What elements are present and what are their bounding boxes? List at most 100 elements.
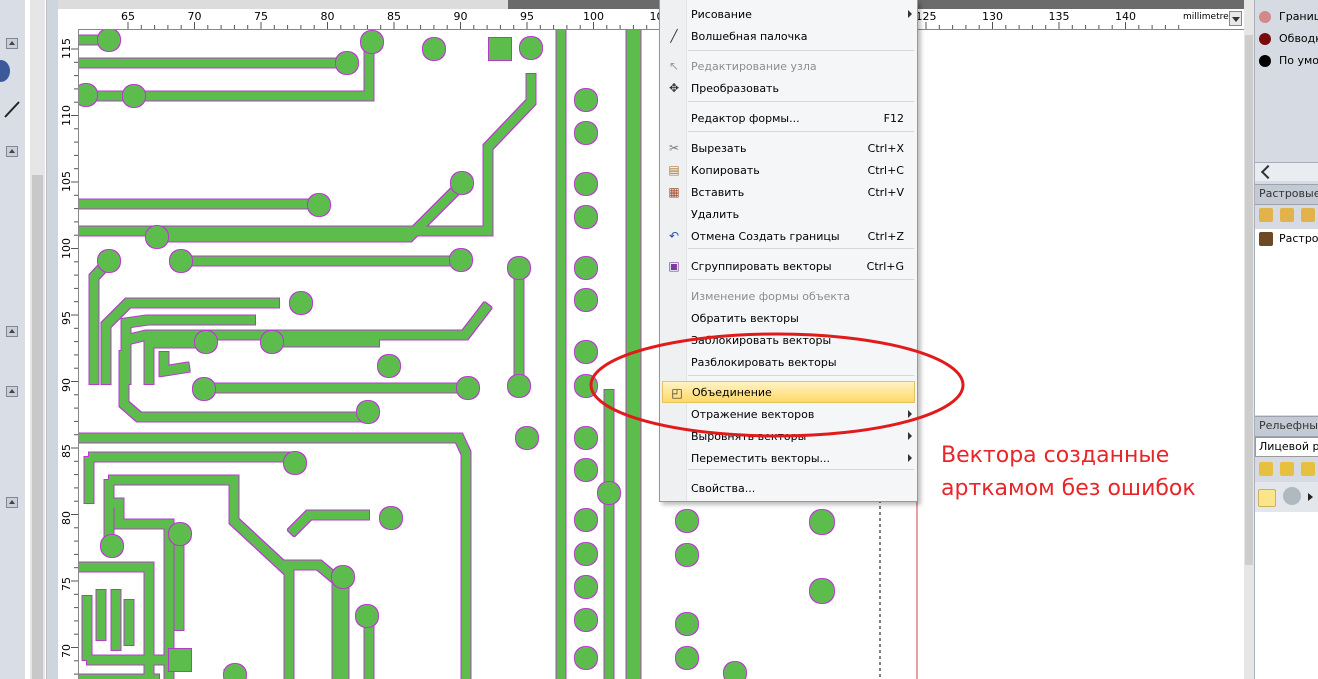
add-relief-icon[interactable] bbox=[1283, 487, 1301, 505]
left-scrollbar[interactable] bbox=[30, 0, 45, 679]
units-dropdown-button[interactable] bbox=[1229, 11, 1242, 26]
menu-item[interactable]: Обратить векторы bbox=[660, 307, 917, 329]
raster-tool-icon[interactable] bbox=[1280, 208, 1294, 222]
expand-arrow-icon[interactable] bbox=[6, 326, 18, 337]
menu-item-label: Изменение формы объекта bbox=[691, 290, 851, 303]
title-strip bbox=[58, 0, 1244, 9]
annotation-text: Вектора созданные арткамом без ошибок bbox=[941, 439, 1196, 505]
scissors-icon: ✂ bbox=[668, 141, 680, 155]
menu-item: ↖ Редактирование узла bbox=[660, 55, 917, 77]
pen-icon[interactable] bbox=[3, 100, 21, 118]
undo-icon: ↶ bbox=[668, 229, 680, 243]
ruler-tick-label: 125 bbox=[915, 10, 937, 23]
menu-item-label: Удалить bbox=[691, 208, 740, 221]
layer-color-icon bbox=[1259, 11, 1271, 23]
expand-arrow-icon[interactable] bbox=[6, 146, 18, 157]
magic-wand-icon: ╱ bbox=[670, 29, 678, 43]
menu-item[interactable]: Редактор формы... F12 bbox=[660, 107, 917, 129]
ruler-tick-label: 105 bbox=[60, 171, 73, 192]
menu-item[interactable]: Отражение векторов bbox=[660, 403, 917, 425]
menu-item[interactable]: ◰ Объединение bbox=[662, 381, 915, 403]
ruler-tick-label: 85 bbox=[60, 444, 73, 458]
relief-swatch-icon[interactable] bbox=[1258, 489, 1276, 507]
relief-tool-icon[interactable] bbox=[1259, 462, 1273, 476]
ruler-tick-label: 70 bbox=[187, 10, 202, 23]
menu-item-label: Отражение векторов bbox=[691, 408, 815, 421]
raster-layer-item[interactable]: Растровый bbox=[1255, 229, 1318, 249]
menu-item[interactable]: Свойства... bbox=[660, 477, 917, 499]
more-arrow-icon[interactable] bbox=[1308, 493, 1313, 501]
menu-item[interactable]: ╱ Волшебная палочка bbox=[660, 25, 917, 47]
layer-color-icon bbox=[1259, 33, 1271, 45]
relief-toolbar bbox=[1255, 482, 1318, 512]
menu-item[interactable]: ▤ Копировать Ctrl+C bbox=[660, 159, 917, 181]
ruler-tick-label: 135 bbox=[1048, 10, 1070, 23]
menu-item-label: Разблокировать векторы bbox=[691, 356, 837, 369]
expand-arrow-icon[interactable] bbox=[6, 38, 18, 49]
raster-tool-icon[interactable] bbox=[1301, 208, 1315, 222]
raster-layer-label: Растровый bbox=[1279, 232, 1318, 245]
menu-item-label: Волшебная палочка bbox=[691, 30, 808, 43]
menu-item-shortcut: F12 bbox=[883, 112, 904, 125]
relief-select[interactable]: Лицевой рельеф bbox=[1255, 437, 1318, 457]
layer-item[interactable]: Границы bbox=[1255, 7, 1318, 27]
ruler-tick-label: 100 bbox=[60, 237, 73, 259]
menu-item: Изменение формы объекта bbox=[660, 285, 917, 307]
layer-label: Границы bbox=[1279, 10, 1318, 23]
menu-item[interactable]: Разблокировать векторы bbox=[660, 351, 917, 373]
menu-item-label: Объединение bbox=[692, 386, 772, 399]
layer-item[interactable]: По умолчанию bbox=[1255, 51, 1318, 71]
menu-item[interactable]: ▦ Вставить Ctrl+V bbox=[660, 181, 917, 203]
menu-item-label: Переместить векторы... bbox=[691, 452, 831, 465]
chevron-left-icon[interactable] bbox=[1260, 164, 1276, 180]
menu-item-label: Выровнять векторы bbox=[691, 430, 807, 443]
layer-item[interactable]: Обводка bbox=[1255, 29, 1318, 49]
raster-tool-icon[interactable] bbox=[1259, 208, 1273, 222]
menu-item-shortcut: Ctrl+G bbox=[866, 260, 904, 273]
ruler-corner bbox=[58, 9, 79, 30]
menu-item[interactable]: ✂ Вырезать Ctrl+X bbox=[660, 137, 917, 159]
raster-list-area bbox=[1255, 249, 1318, 415]
ruler-tick-label: 80 bbox=[320, 10, 335, 23]
menu-item-shortcut: Ctrl+C bbox=[867, 164, 904, 177]
ruler-tick-label: 95 bbox=[520, 10, 534, 23]
panel-divider[interactable] bbox=[46, 0, 58, 679]
panel-scroll-bar[interactable] bbox=[1255, 162, 1318, 181]
menu-item[interactable]: ▣ Сгруппировать векторы Ctrl+G bbox=[660, 255, 917, 277]
vertical-scrollbar[interactable] bbox=[1244, 0, 1254, 679]
layer-label: Обводка bbox=[1279, 32, 1318, 45]
menu-item-label: Редактирование узла bbox=[691, 60, 817, 73]
transform-icon: ✥ bbox=[668, 81, 680, 95]
merge-icon: ◰ bbox=[671, 386, 683, 400]
right-panel: Границы Обводка По умолчанию Растровые Р… bbox=[1254, 0, 1318, 679]
menu-item[interactable]: Выровнять векторы bbox=[660, 425, 917, 447]
expand-arrow-icon[interactable] bbox=[6, 497, 18, 508]
ruler-tick-label: 110 bbox=[60, 104, 73, 126]
menu-item[interactable]: ✥ Преобразовать bbox=[660, 77, 917, 99]
relief-tool-icon[interactable] bbox=[1280, 462, 1294, 476]
menu-item-shortcut: Ctrl+V bbox=[867, 186, 904, 199]
left-toolbar bbox=[0, 0, 25, 679]
menu-item[interactable]: ↶ Отмена Создать границы Ctrl+Z bbox=[660, 225, 917, 247]
menu-item-label: Копировать bbox=[691, 164, 760, 177]
ruler-tick-label: 80 bbox=[60, 510, 73, 525]
annotation-line-2: арткамом без ошибок bbox=[941, 476, 1196, 501]
raster-panel-header[interactable]: Растровые bbox=[1255, 184, 1318, 205]
menu-item-shortcut: Ctrl+X bbox=[867, 142, 904, 155]
menu-item[interactable]: Переместить векторы... bbox=[660, 447, 917, 469]
context-menu: Рисование ╱ Волшебная палочка ↖ Редактирован… bbox=[659, 0, 918, 502]
annotation-line-1: Вектора созданные bbox=[941, 443, 1170, 468]
menu-item-label: Преобразовать bbox=[691, 82, 779, 95]
relief-panel-header[interactable]: Рельефные bbox=[1255, 416, 1318, 437]
ruler-tick-label: 75 bbox=[254, 10, 268, 23]
mona-lisa-icon bbox=[1259, 232, 1273, 246]
menu-item[interactable]: Рисование bbox=[660, 3, 917, 25]
menu-separator bbox=[688, 279, 914, 280]
menu-item[interactable]: Заблокировать векторы bbox=[660, 329, 917, 351]
expand-arrow-icon[interactable] bbox=[6, 386, 18, 397]
menu-separator bbox=[688, 101, 914, 102]
relief-tool-icon[interactable] bbox=[1301, 462, 1315, 476]
color-swatch-icon[interactable] bbox=[0, 60, 10, 82]
submenu-arrow-icon bbox=[908, 10, 912, 18]
menu-item[interactable]: Удалить bbox=[660, 203, 917, 225]
